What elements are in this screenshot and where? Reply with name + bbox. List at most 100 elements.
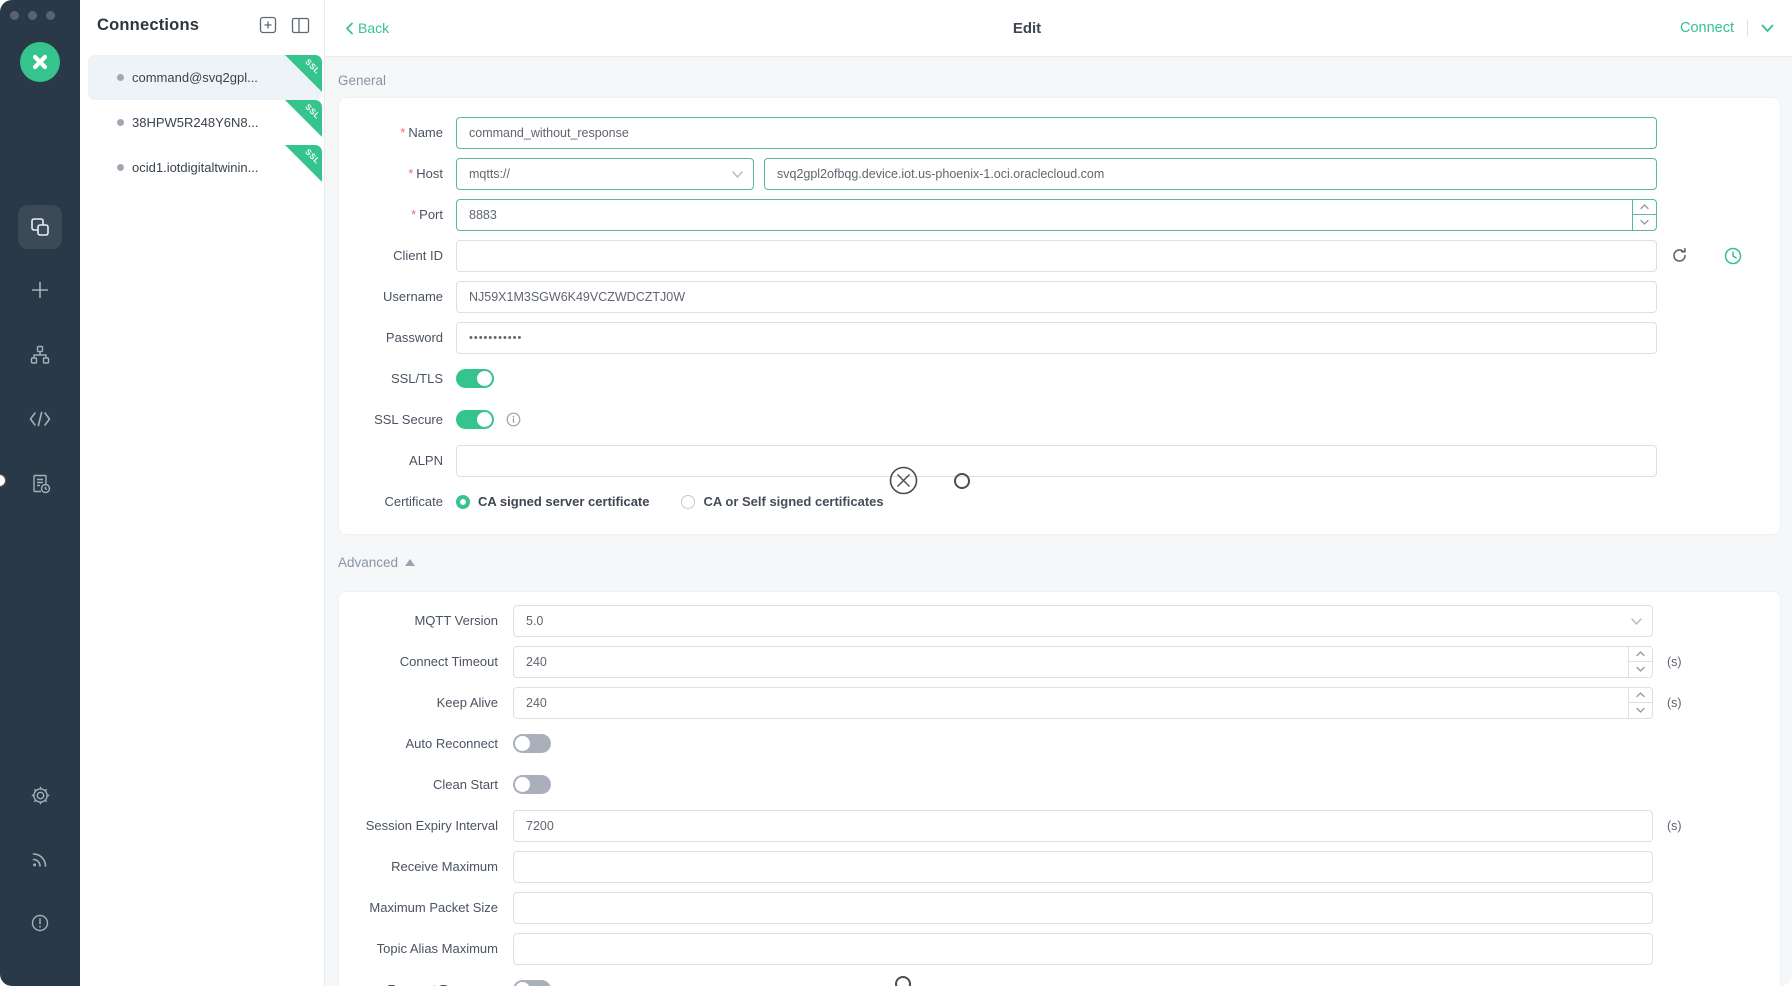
mqttx-window: Connections command@svq2gpl... SSL	[0, 0, 1792, 986]
radio-dot	[681, 495, 695, 509]
radio-ca-signed[interactable]: CA signed server certificate	[456, 494, 649, 509]
session-expiry-input[interactable]	[513, 810, 1653, 842]
alpn-label: ALPN	[355, 453, 443, 468]
close-window-button[interactable]	[10, 11, 19, 20]
nav-rail	[0, 0, 80, 986]
connection-item[interactable]: command@svq2gpl... SSL	[88, 55, 322, 100]
connect-timeout-label: Connect Timeout	[355, 654, 498, 669]
host-protocol-select[interactable]: mqtts://	[456, 158, 754, 190]
step-down-icon[interactable]	[1629, 703, 1652, 718]
connection-name: command@svq2gpl...	[132, 70, 258, 85]
connect-timeout-input[interactable]	[513, 646, 1653, 678]
port-input[interactable]	[456, 199, 1657, 231]
keep-alive-input[interactable]	[513, 687, 1653, 719]
username-label: Username	[355, 289, 443, 304]
maximum-packet-size-label: Maximum Packet Size	[355, 900, 498, 915]
broadcast-icon[interactable]	[18, 837, 62, 881]
chevron-down-icon	[1631, 614, 1642, 628]
step-down-icon[interactable]	[1629, 662, 1652, 677]
general-section-toggle[interactable]: General	[338, 71, 1781, 89]
connection-item[interactable]: ocid1.iotdigitaltwinin... SSL	[88, 145, 322, 190]
seconds-unit: (s)	[1667, 819, 1682, 833]
session-expiry-label: Session Expiry Interval	[355, 818, 498, 833]
sitemap-icon[interactable]	[18, 333, 62, 377]
name-input[interactable]	[456, 117, 1657, 149]
request-response-toggle[interactable]	[513, 980, 551, 986]
certificate-label: Certificate	[355, 494, 443, 509]
clean-start-label: Clean Start	[355, 777, 498, 792]
new-connection-icon[interactable]	[18, 268, 62, 312]
connect-timeout-stepper[interactable]	[1628, 647, 1652, 677]
clean-start-toggle[interactable]	[513, 775, 551, 794]
mqtt-version-select[interactable]: 5.0	[513, 605, 1653, 637]
host-address-input[interactable]	[764, 158, 1657, 190]
about-icon[interactable]	[18, 901, 62, 945]
radio-dot	[456, 495, 470, 509]
request-response-label: Request Response	[355, 982, 498, 986]
connect-button[interactable]: Connect	[1680, 20, 1734, 36]
mqttx-logo	[20, 42, 60, 82]
password-input[interactable]	[456, 322, 1657, 354]
status-dot	[117, 164, 124, 171]
status-dot	[117, 119, 124, 126]
client-id-label: Client ID	[355, 248, 443, 263]
topic-alias-maximum-label: Topic Alias Maximum	[355, 941, 498, 956]
auto-reconnect-toggle[interactable]	[513, 734, 551, 753]
chevron-down-icon	[1761, 24, 1774, 33]
advanced-card: MQTT Version 5.0 Connect Timeout	[338, 591, 1781, 986]
back-button[interactable]: Back	[345, 20, 389, 36]
script-icon[interactable]	[18, 397, 62, 441]
alpn-input[interactable]	[456, 445, 1657, 477]
status-dot	[117, 74, 124, 81]
connections-panel: Connections command@svq2gpl... SSL	[80, 0, 325, 986]
collapse-triangle-icon	[405, 559, 415, 566]
info-icon[interactable]	[506, 412, 521, 427]
minimize-window-button[interactable]	[28, 11, 37, 20]
new-connection-icon[interactable]	[258, 15, 278, 35]
ssl-tls-toggle[interactable]	[456, 369, 494, 388]
ssl-secure-toggle[interactable]	[456, 410, 494, 429]
receive-maximum-label: Receive Maximum	[355, 859, 498, 874]
certificate-radio-group: CA signed server certificate CA or Self …	[456, 494, 1657, 509]
maximum-packet-size-input[interactable]	[513, 892, 1653, 924]
window-traffic-lights[interactable]	[10, 11, 55, 20]
topic-alias-maximum-input[interactable]	[513, 933, 1653, 965]
log-icon[interactable]	[18, 461, 62, 505]
step-up-icon[interactable]	[1633, 200, 1656, 216]
host-label: *Host	[355, 166, 443, 181]
seconds-unit: (s)	[1667, 655, 1682, 669]
keep-alive-label: Keep Alive	[355, 695, 498, 710]
port-label: *Port	[355, 207, 443, 222]
chevron-down-icon	[732, 167, 743, 181]
ssl-tls-label: SSL/TLS	[355, 371, 443, 386]
form-content: General *Name *Host mqtts://	[325, 57, 1792, 986]
connection-name: 38HPW5R248Y6N8...	[132, 115, 258, 130]
keep-alive-stepper[interactable]	[1628, 688, 1652, 718]
chevron-left-icon	[345, 22, 354, 35]
auto-reconnect-label: Auto Reconnect	[355, 736, 498, 751]
connections-title: Connections	[97, 16, 246, 35]
step-down-icon[interactable]	[1633, 215, 1656, 230]
settings-icon[interactable]	[18, 773, 62, 817]
ssl-secure-label: SSL Secure	[355, 412, 443, 427]
client-id-input[interactable]	[456, 240, 1657, 272]
mqtt-version-label: MQTT Version	[355, 613, 498, 628]
advanced-section-toggle[interactable]: Advanced	[338, 553, 1781, 571]
step-up-icon[interactable]	[1629, 688, 1652, 704]
receive-maximum-input[interactable]	[513, 851, 1653, 883]
radio-self-signed[interactable]: CA or Self signed certificates	[681, 494, 883, 509]
step-up-icon[interactable]	[1629, 647, 1652, 663]
port-stepper[interactable]	[1632, 200, 1656, 230]
refresh-client-id-icon[interactable]	[1671, 247, 1688, 264]
edit-connection-view: Back Edit Connect General *Name	[325, 0, 1792, 986]
collapse-panel-icon[interactable]	[290, 15, 310, 35]
username-input[interactable]	[456, 281, 1657, 313]
connection-name: ocid1.iotdigitaltwinin...	[132, 160, 258, 175]
topbar: Back Edit Connect	[325, 0, 1792, 57]
password-label: Password	[355, 330, 443, 345]
timestamp-clock-icon[interactable]	[1724, 247, 1742, 265]
connections-icon[interactable]	[18, 205, 62, 249]
connect-dropdown-caret[interactable]	[1761, 24, 1774, 33]
connection-item[interactable]: 38HPW5R248Y6N8... SSL	[88, 100, 322, 145]
maximize-window-button[interactable]	[46, 11, 55, 20]
